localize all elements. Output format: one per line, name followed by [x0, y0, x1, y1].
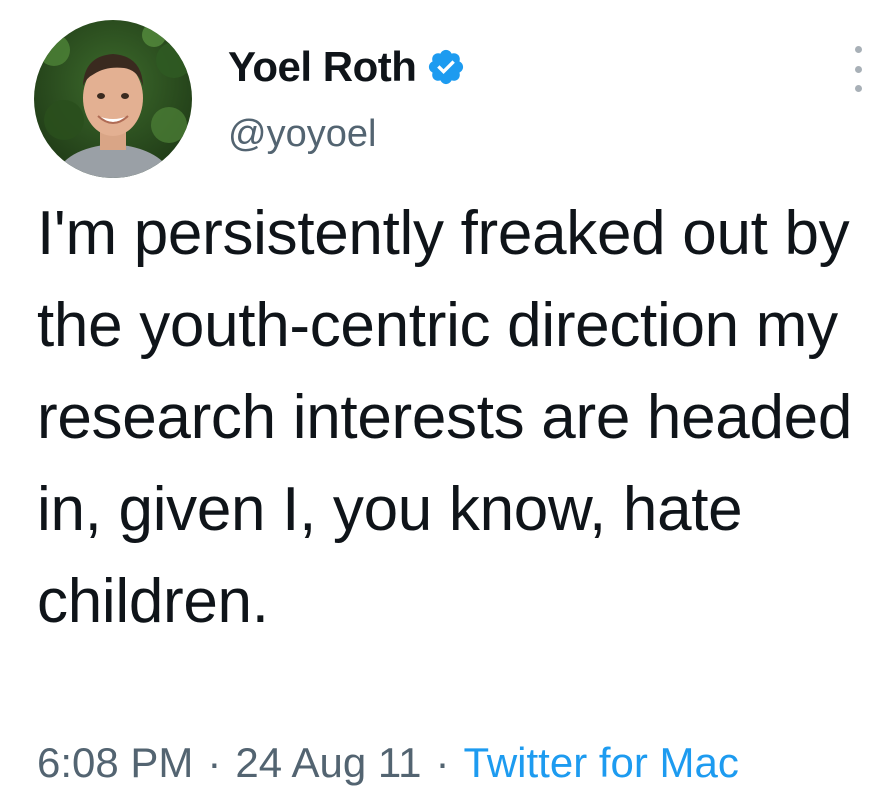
more-options-button[interactable] — [846, 46, 870, 92]
meta-separator: · — [435, 739, 450, 786]
more-options-icon — [854, 46, 862, 53]
more-options-icon-dot — [854, 65, 862, 73]
author-name-row: Yoel Roth — [228, 42, 466, 92]
tweet-time[interactable]: 6:08 PM — [37, 739, 193, 787]
tweet-text: I'm persistently freaked out by the yout… — [37, 199, 853, 636]
tweet-source-link[interactable]: Twitter for Mac — [464, 739, 739, 787]
author-display-name[interactable]: Yoel Roth — [228, 43, 417, 91]
avatar-image — [34, 20, 192, 178]
meta-separator: · — [207, 739, 222, 786]
author-handle[interactable]: @yoyoel — [228, 113, 376, 156]
tweet-date[interactable]: 24 Aug 11 — [235, 739, 421, 787]
more-options-icon-dot — [854, 85, 862, 92]
avatar[interactable] — [34, 20, 192, 178]
tweet-metadata: 6:08 PM · 24 Aug 11 · Twitter for Mac — [37, 733, 739, 793]
tweet-card: Yoel Roth @yoyoel I'm persistently freak… — [0, 0, 896, 810]
verified-badge-icon — [426, 47, 466, 87]
